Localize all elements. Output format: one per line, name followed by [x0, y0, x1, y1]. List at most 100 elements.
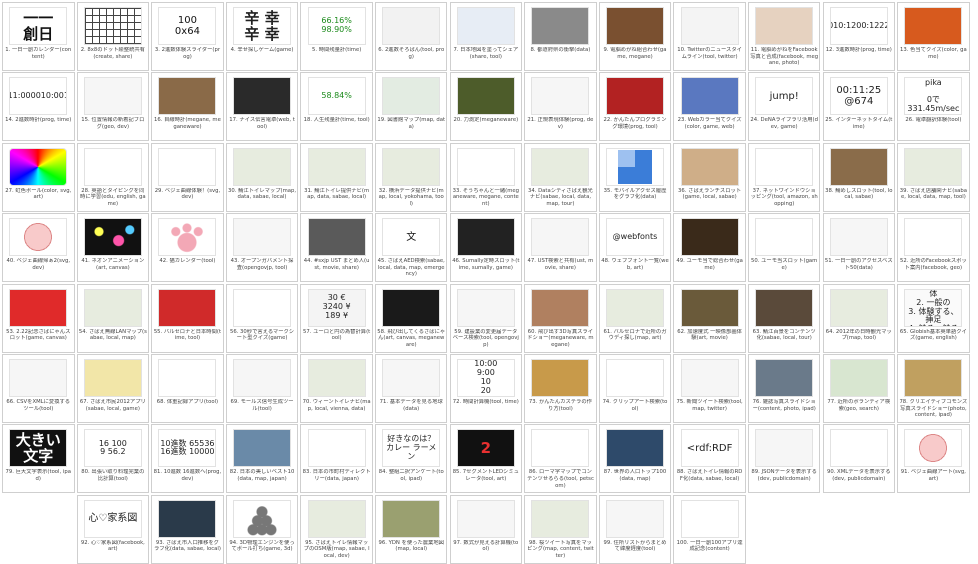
- app-caption[interactable]: 39. さばえ店舗閑ナビ(sabae, local, data, map, to…: [899, 188, 967, 201]
- app-thumbnail[interactable]: [9, 147, 68, 186]
- app-thumbnail[interactable]: jump!: [755, 77, 814, 116]
- app-thumbnail[interactable]: [83, 147, 142, 186]
- app-thumbnail[interactable]: 00011:000010:001010: [9, 77, 68, 116]
- app-tile[interactable]: 68. 体重記録アプリ(tool): [151, 353, 224, 423]
- app-thumbnail[interactable]: [9, 288, 68, 327]
- app-thumbnail[interactable]: 好きなのは？ カレー ラーメン: [382, 429, 441, 468]
- app-caption[interactable]: 50. ユーモ当スロット(game): [750, 258, 818, 271]
- app-tile[interactable]: 16 100 9 56.2 80. 出張い取り料理完業の比計算(tool): [76, 424, 150, 494]
- app-caption[interactable]: 78. クリエイティブコモンズ写真スライドショー(photo, content,…: [899, 399, 967, 419]
- app-tile[interactable]: 16. 目線時計(megane, meganeware): [151, 72, 224, 142]
- app-caption[interactable]: 96. YDN を使った農業地図(map, local): [377, 540, 445, 553]
- app-tile[interactable]: 19. 図書館マップ(map, data): [374, 72, 448, 142]
- app-caption[interactable]: 16. 目線時計(megane, meganeware): [153, 117, 221, 130]
- app-tile[interactable]: jump! 24. DeNAライブラリ活用(dev, game): [747, 72, 821, 142]
- app-thumbnail[interactable]: [307, 218, 366, 257]
- app-tile[interactable]: 010:1200:1222 12. 3進数時計(prog, time): [822, 2, 896, 71]
- app-thumbnail[interactable]: [307, 499, 366, 538]
- app-tile[interactable]: 33. そうちゃんと一緒(meganeware, megane, content…: [449, 142, 523, 212]
- app-tile[interactable]: 15. 位置情報の新着記ブログ(geo, dev): [76, 72, 150, 142]
- app-caption[interactable]: 60. 飛び出す3D写真スライドショー(meganeware, megane): [526, 329, 594, 349]
- app-tile[interactable]: 86. ローマ字マップでコンテンツせるらる(tool, petscom): [524, 424, 597, 494]
- app-caption[interactable]: 72. 時間計算機(tool, time): [452, 399, 520, 406]
- app-thumbnail[interactable]: 辛 幸 辛 幸: [233, 7, 292, 45]
- app-thumbnail[interactable]: [531, 358, 590, 397]
- app-caption[interactable]: 66. CSVをXMLに変換するツール(tool): [4, 399, 72, 412]
- app-tile[interactable]: 文 45. さばえAED検索(sabae, local, data, map, e…: [374, 213, 448, 283]
- app-caption[interactable]: 46. Sumally定時スロット(time, sumally, game): [452, 258, 520, 271]
- app-thumbnail[interactable]: [233, 429, 292, 468]
- app-caption[interactable]: 70. ウィーントイレナビ(map, local, vienna, data): [303, 399, 371, 412]
- app-thumbnail[interactable]: [606, 358, 664, 397]
- app-caption[interactable]: 10. Twitterのニュースタイムライン(tool, twitter): [676, 47, 744, 60]
- app-tile[interactable]: 66. CSVをXMLに変換するツール(tool): [2, 353, 75, 423]
- app-thumbnail[interactable]: [83, 7, 142, 45]
- app-thumbnail[interactable]: [158, 77, 217, 116]
- app-tile[interactable]: 31. 鯖江トイレ提供ナビ(map, data, sabae, local): [300, 142, 373, 212]
- app-caption[interactable]: 79. 巨大文字表示(tool, ipad): [4, 469, 72, 482]
- app-caption[interactable]: 24. DeNAライブラリ活用(dev, game): [750, 117, 818, 130]
- app-tile[interactable]: 29. ベジェ曲線体験！(svg, dev): [151, 142, 224, 212]
- app-caption[interactable]: 20. 力測定(meganeware): [452, 117, 520, 124]
- app-caption[interactable]: 45. さばえAED検索(sabae, local, data, map, em…: [377, 258, 445, 278]
- app-caption[interactable]: 29. ベジェ曲線体験！(svg, dev): [153, 188, 221, 201]
- app-tile[interactable]: 37. ネットワインドウショッピング(tool, amazon, shoppin…: [747, 142, 821, 212]
- app-thumbnail[interactable]: [904, 147, 963, 186]
- app-caption[interactable]: 80. 出張い取り料理完業の比計算(tool): [79, 469, 147, 482]
- app-thumbnail[interactable]: [83, 288, 142, 327]
- app-thumbnail[interactable]: [829, 358, 888, 397]
- app-caption[interactable]: 59. 建設業の変更届データベース検索(tool, opengovjp): [452, 329, 520, 349]
- app-thumbnail[interactable]: [307, 147, 366, 186]
- app-thumbnail[interactable]: 大きい 文字: [9, 429, 68, 468]
- app-thumbnail[interactable]: 010:1200:1222: [829, 7, 888, 45]
- app-thumbnail[interactable]: touch 1. 面伝の、固体 2. 一般の 3. 体験する、挿足 4. 触る、…: [904, 288, 963, 327]
- app-tile[interactable]: 一一 創日 1. 一日一創カレンダー(content): [2, 2, 75, 71]
- app-tile[interactable]: 64. 2012年の日時観光マップ(map, tool): [822, 283, 896, 353]
- app-caption[interactable]: 51. 一日一創のアクセスベスト50(data): [825, 258, 893, 271]
- app-tile[interactable]: 90. XMLデータを表示する(dev, publicdomain): [822, 424, 896, 494]
- app-thumbnail[interactable]: [829, 218, 888, 257]
- app-thumbnail[interactable]: [606, 147, 664, 186]
- app-tile[interactable]: 66.16% 98.90% 5. 時間残量計(time): [300, 2, 373, 71]
- app-caption[interactable]: 95. さばえトイレ情報マップのOSM版(map, sabae, local, …: [303, 540, 371, 560]
- app-tile[interactable]: 辛 幸 辛 幸 4. 辛せ探しゲーム(game): [225, 2, 299, 71]
- app-thumbnail[interactable]: 00:11:25 @674: [829, 77, 888, 116]
- app-tile[interactable]: 心♡家系図 92. 心♡家系図(facebook, art): [76, 494, 150, 564]
- app-thumbnail[interactable]: 文: [382, 218, 441, 257]
- app-caption[interactable]: 67. さばえ市民2012アプリ(sabae, local, game): [79, 399, 147, 412]
- app-caption[interactable]: 87. 世界の人口トップ100(data, map): [601, 469, 669, 482]
- app-tile[interactable]: 61. バルセロナで近所のガウディ探し(map, art): [598, 283, 672, 353]
- app-thumbnail[interactable]: [755, 288, 814, 327]
- app-caption[interactable]: 18. 人生残量計(time, tool): [303, 117, 371, 124]
- app-tile[interactable]: 95. さばえトイレ情報マップのOSM版(map, sabae, local, …: [300, 494, 373, 564]
- app-thumbnail[interactable]: [531, 147, 590, 186]
- app-caption[interactable]: 48. ウェブフォント一覧(web, art): [601, 258, 669, 271]
- app-tile[interactable]: <rdf:RDF 88. さばえトイレ情報のRDF化(data, sabae, l…: [673, 424, 746, 494]
- app-tile[interactable]: 27. 虹色ボール(color, svg, art): [2, 142, 75, 212]
- app-tile[interactable]: 大きい 文字 79. 巨大文字表示(tool, ipad): [2, 424, 75, 494]
- app-tile[interactable]: 100 0x64 3. 2進数体験スライダー(prog): [151, 2, 224, 71]
- app-tile[interactable]: 23. Webカラー当てクイズ(color, game, web): [673, 72, 746, 142]
- app-caption[interactable]: 91. ベジェ曲線アート(svg, art): [899, 469, 967, 482]
- app-tile[interactable]: 98. 桜ツイート写真をマッピング(map, content, twitter): [524, 494, 597, 564]
- app-thumbnail[interactable]: [158, 358, 217, 397]
- app-tile[interactable]: 100. 一日一創100アプリ達成記念(content): [673, 494, 746, 564]
- app-caption[interactable]: 52. 近所のFacebookスポット案内(facebook, geo): [899, 258, 967, 271]
- app-tile[interactable]: 87. 世界の人口トップ100(data, map): [598, 424, 672, 494]
- app-tile[interactable]: 好きなのは？ カレー ラーメン 84. 整組二択アンケート(tool, ipad): [374, 424, 448, 494]
- app-caption[interactable]: 89. JSONデータを表示する(dev, publicdomain): [750, 469, 818, 482]
- app-caption[interactable]: 33. そうちゃんと一緒(meganeware, megane, content…: [452, 188, 520, 208]
- app-tile[interactable]: 39. さばえ店舗閑ナビ(sabae, local, data, map, to…: [897, 142, 970, 212]
- app-tile[interactable]: 17. ナイス伝言電卓(web, tool): [225, 72, 299, 142]
- app-caption[interactable]: 6. 2進数そろばん(tool, prog): [377, 47, 445, 60]
- app-caption[interactable]: 83. 日本の市町村ディレクトリー(data, japan): [303, 469, 371, 482]
- app-thumbnail[interactable]: [382, 7, 441, 45]
- app-tile[interactable]: 51. 一日一創のアクセスベスト50(data): [822, 213, 896, 283]
- app-thumbnail[interactable]: [83, 358, 142, 397]
- app-tile[interactable]: 70. ウィーントイレナビ(map, local, vienna, data): [300, 353, 373, 423]
- app-thumbnail[interactable]: 2: [456, 429, 515, 468]
- app-tile[interactable]: 58. 飛び出してくるさばにゃん(art, canvas, meganeware…: [374, 283, 448, 353]
- app-tile[interactable]: 96. YDN を使った農業地図(map, local): [374, 494, 448, 564]
- app-thumbnail[interactable]: [233, 218, 292, 257]
- app-thumbnail[interactable]: [680, 218, 739, 257]
